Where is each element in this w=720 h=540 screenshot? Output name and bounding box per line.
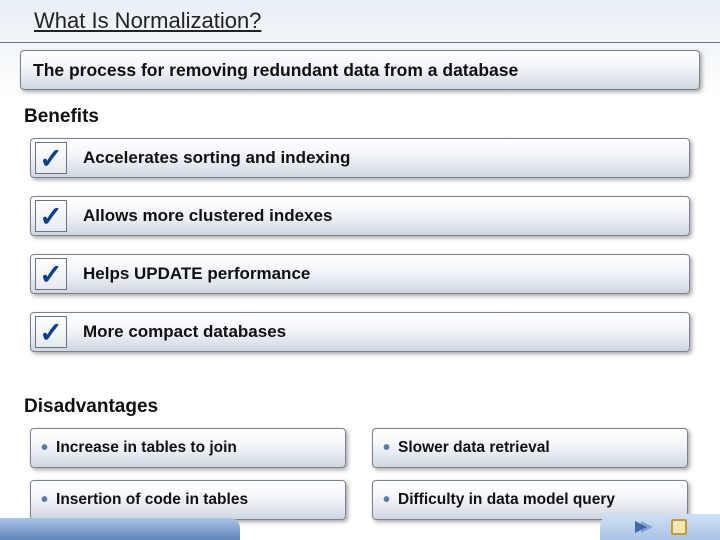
definition-bar: The process for removing redundant data … — [20, 50, 700, 90]
definition-text: The process for removing redundant data … — [33, 60, 518, 81]
footer-nav — [600, 514, 720, 540]
benefit-item: ✓ More compact databases — [30, 312, 690, 352]
disadvantage-text: Insertion of code in tables — [56, 491, 248, 509]
check-icon: ✓ — [35, 258, 67, 290]
disadvantage-item: • Slower data retrieval — [372, 428, 688, 468]
benefit-text: Accelerates sorting and indexing — [83, 148, 350, 168]
bullet-icon: • — [383, 490, 390, 510]
slide: What Is Normalization? The process for r… — [0, 0, 720, 540]
next-arrow-icon[interactable] — [633, 518, 653, 536]
stop-icon[interactable] — [671, 519, 687, 535]
disadvantage-text: Increase in tables to join — [56, 439, 237, 457]
disadvantage-item: • Insertion of code in tables — [30, 480, 346, 520]
benefit-text: Helps UPDATE performance — [83, 264, 310, 284]
benefits-heading: Benefits — [24, 106, 99, 128]
disadvantage-text: Difficulty in data model query — [398, 491, 615, 509]
disadvantage-item: • Increase in tables to join — [30, 428, 346, 468]
bullet-icon: • — [41, 490, 48, 510]
disadvantage-text: Slower data retrieval — [398, 439, 550, 457]
benefit-item: ✓ Allows more clustered indexes — [30, 196, 690, 236]
check-icon: ✓ — [35, 142, 67, 174]
benefit-item: ✓ Helps UPDATE performance — [30, 254, 690, 294]
footer-left-decoration — [0, 518, 240, 540]
bullet-icon: • — [41, 438, 48, 458]
title-divider — [0, 42, 720, 43]
page-title: What Is Normalization? — [34, 8, 261, 34]
disadvantages-heading: Disadvantages — [24, 396, 158, 418]
bullet-icon: • — [383, 438, 390, 458]
check-icon: ✓ — [35, 316, 67, 348]
benefit-text: More compact databases — [83, 322, 286, 342]
benefit-text: Allows more clustered indexes — [83, 206, 332, 226]
check-icon: ✓ — [35, 200, 67, 232]
benefit-item: ✓ Accelerates sorting and indexing — [30, 138, 690, 178]
